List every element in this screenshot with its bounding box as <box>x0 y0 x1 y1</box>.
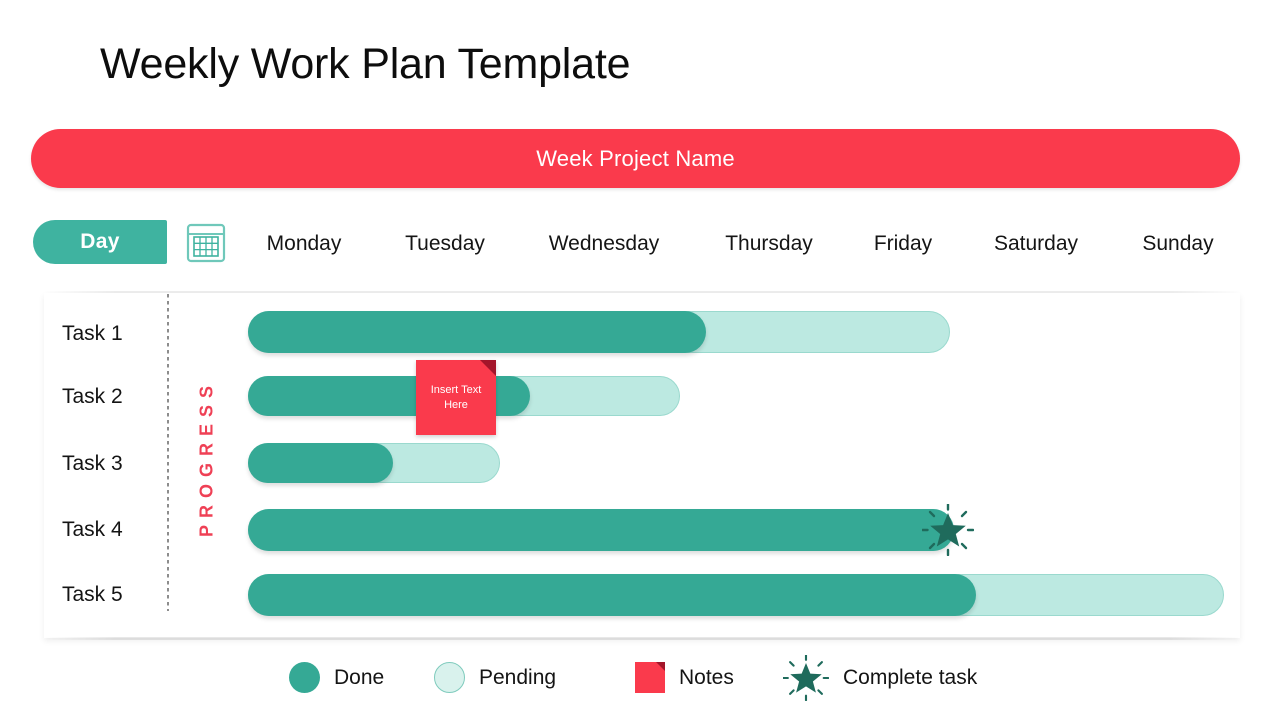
panel-bottom-divider <box>44 637 1240 640</box>
note-card-text-line2: Here <box>444 398 468 411</box>
circle-filled-icon <box>289 662 320 693</box>
note-card[interactable]: Insert Text Here <box>416 360 496 435</box>
weekday-header-wednesday[interactable]: Wednesday <box>514 232 694 256</box>
legend-item-pending[interactable]: Pending <box>434 655 556 700</box>
task-bar-done-3[interactable] <box>248 443 393 483</box>
project-name-banner[interactable]: Week Project Name <box>31 129 1240 188</box>
note-fold-corner-icon <box>656 662 665 671</box>
note-icon <box>635 662 665 693</box>
task-label-5: Task 5 <box>62 583 123 606</box>
note-card-text-line1: Insert Text <box>430 383 482 396</box>
legend-item-notes[interactable]: Notes <box>635 655 734 700</box>
legend-label-pending: Pending <box>479 665 557 689</box>
progress-axis-label: PROGRESS <box>176 368 238 548</box>
legend-label-done: Done <box>334 665 385 689</box>
circle-outline-icon <box>434 662 465 693</box>
sparkle-star-icon <box>921 503 975 557</box>
task-bar-done-1[interactable] <box>248 311 706 353</box>
sparkle-star-icon <box>782 653 830 701</box>
legend-label-notes: Notes <box>679 665 734 689</box>
slide-canvas: Weekly Work Plan Template Week Project N… <box>0 0 1286 726</box>
task-label-3: Task 3 <box>62 452 123 475</box>
weekday-header-sunday[interactable]: Sunday <box>1088 232 1268 256</box>
task-bar-done-5[interactable] <box>248 574 976 616</box>
legend-item-done[interactable]: Done <box>289 655 384 700</box>
page-title: Weekly Work Plan Template <box>100 40 631 88</box>
task-label-1: Task 1 <box>62 322 123 345</box>
task-bar-done-4[interactable] <box>248 509 954 551</box>
weekday-header-group: Monday Tuesday Wednesday Thursday Friday Satu… <box>0 226 1286 270</box>
task-label-2: Task 2 <box>62 385 123 408</box>
weekday-header-tuesday[interactable]: Tuesday <box>355 232 535 256</box>
progress-axis-text: PROGRESS <box>196 378 217 538</box>
legend-label-complete-task: Complete task <box>843 665 978 689</box>
note-fold-corner-icon <box>480 360 496 376</box>
task-label-4: Task 4 <box>62 518 123 541</box>
legend-item-complete-task[interactable]: Complete task <box>782 653 978 701</box>
note-card-text: Insert Text Here <box>420 383 492 413</box>
project-name-label: Week Project Name <box>536 145 735 171</box>
vertical-dotted-divider <box>167 294 169 611</box>
legend: Done Pending Notes Complete task <box>0 653 1286 717</box>
